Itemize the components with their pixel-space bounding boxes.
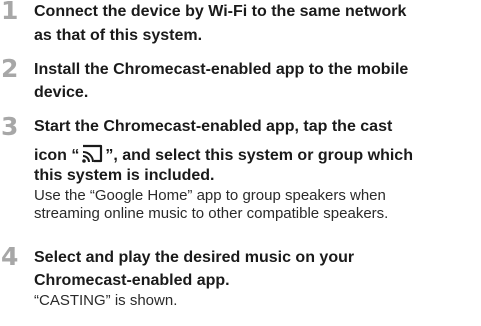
cast-icon <box>80 143 104 165</box>
step-text-line: Start the Chromecast-enabled app, tap th… <box>34 118 393 135</box>
step-number: 1 <box>1 0 19 25</box>
step-text-line: this system is included. <box>34 167 215 184</box>
step-text-line: Connect the device by Wi-Fi to the same … <box>34 3 407 20</box>
step-number: 2 <box>1 54 19 83</box>
step-text-line: device. <box>34 84 89 101</box>
step-text-before-icon: icon “ <box>34 147 80 164</box>
step-note-line: streaming online music to other compatib… <box>34 205 389 222</box>
step-number: 3 <box>1 112 19 141</box>
step-text-line-with-icon: icon “ ”, and select this system or grou… <box>34 143 481 166</box>
step-text-line: Select and play the desired music on you… <box>34 249 355 266</box>
step-text-after-icon: ”, and select this system or group which <box>105 147 413 164</box>
step-text-line: as that of this system. <box>34 27 203 44</box>
step-note-line: “CASTING” is shown. <box>34 292 178 309</box>
step-text-line: Chromecast-enabled app. <box>34 272 230 289</box>
step-number: 4 <box>1 242 19 271</box>
step-text-line: Install the Chromecast-enabled app to th… <box>34 61 409 78</box>
step-note-line: Use the “Google Home” app to group speak… <box>34 187 386 204</box>
